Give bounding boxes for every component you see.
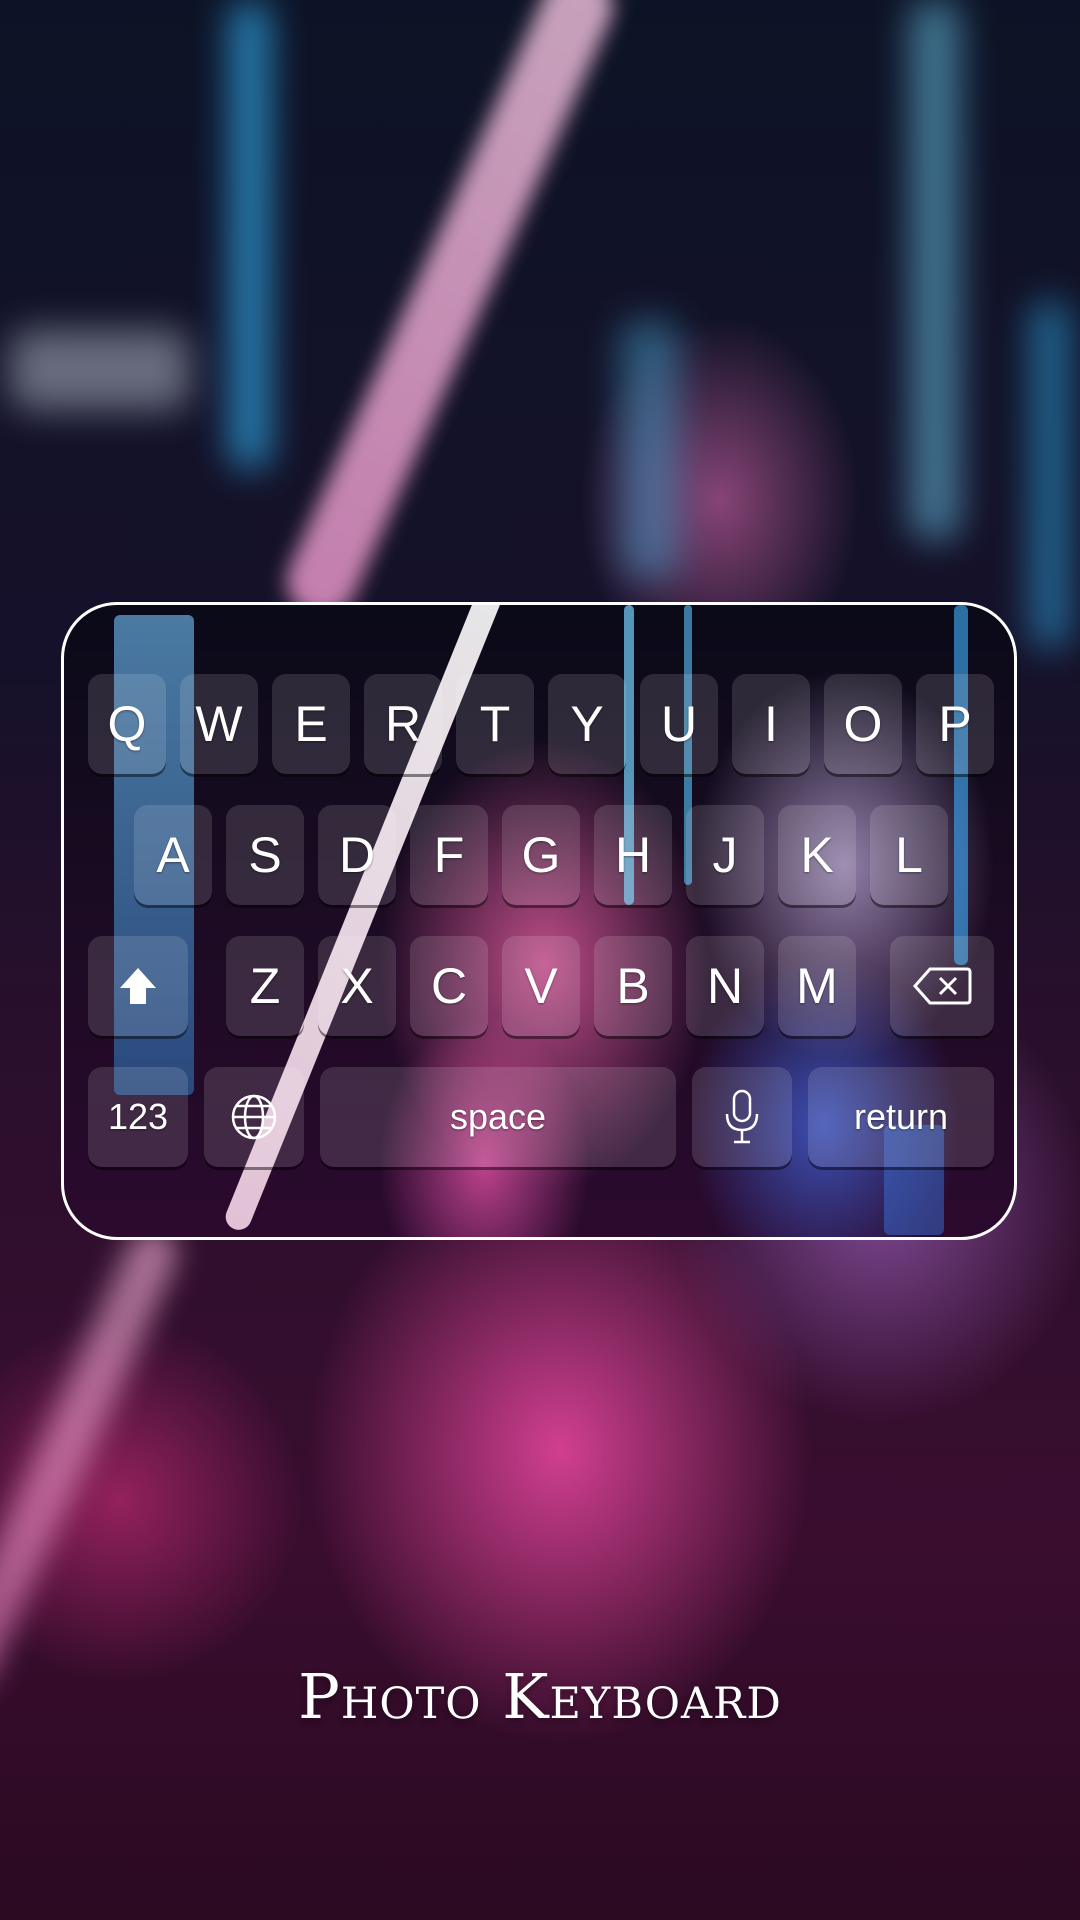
keyboard-preview: Q W E R T Y U I O P A S D F G H J K L Z … xyxy=(61,602,1017,1240)
globe-icon xyxy=(229,1092,279,1142)
return-key[interactable]: return xyxy=(808,1067,994,1167)
microphone-icon xyxy=(722,1088,762,1146)
app-screen: Q W E R T Y U I O P A S D F G H J K L Z … xyxy=(0,0,1080,1920)
background-neon-light xyxy=(230,0,270,470)
key-h[interactable]: H xyxy=(594,805,672,905)
backspace-icon xyxy=(912,966,972,1006)
numbers-key[interactable]: 123 xyxy=(88,1067,188,1167)
key-g[interactable]: G xyxy=(502,805,580,905)
key-i[interactable]: I xyxy=(732,674,810,774)
key-u[interactable]: U xyxy=(640,674,718,774)
key-a[interactable]: A xyxy=(134,805,212,905)
key-r[interactable]: R xyxy=(364,674,442,774)
key-x[interactable]: X xyxy=(318,936,396,1036)
space-key[interactable]: space xyxy=(320,1067,676,1167)
key-l[interactable]: L xyxy=(870,805,948,905)
key-v[interactable]: V xyxy=(502,936,580,1036)
background-light-stick xyxy=(0,1220,186,1698)
shift-up-arrow-icon xyxy=(116,964,160,1008)
keyboard-background-decor xyxy=(954,605,968,965)
background-light-stick xyxy=(275,0,624,628)
key-c[interactable]: C xyxy=(410,936,488,1036)
key-q[interactable]: Q xyxy=(88,674,166,774)
shift-key[interactable] xyxy=(88,936,188,1036)
microphone-key[interactable] xyxy=(692,1067,792,1167)
key-n[interactable]: N xyxy=(686,936,764,1036)
key-w[interactable]: W xyxy=(180,674,258,774)
globe-key[interactable] xyxy=(204,1067,304,1167)
key-k[interactable]: K xyxy=(778,805,856,905)
key-b[interactable]: B xyxy=(594,936,672,1036)
key-y[interactable]: Y xyxy=(548,674,626,774)
key-z[interactable]: Z xyxy=(226,936,304,1036)
background-neon-light xyxy=(10,330,190,410)
background-neon-light xyxy=(910,0,960,540)
key-s[interactable]: S xyxy=(226,805,304,905)
key-m[interactable]: M xyxy=(778,936,856,1036)
background-neon-light xyxy=(620,320,680,580)
key-t[interactable]: T xyxy=(456,674,534,774)
delete-key[interactable] xyxy=(890,936,994,1036)
key-o[interactable]: O xyxy=(824,674,902,774)
app-title: Photo Keyboard xyxy=(298,1660,782,1733)
key-j[interactable]: J xyxy=(686,805,764,905)
background-neon-light xyxy=(1030,300,1070,650)
key-f[interactable]: F xyxy=(410,805,488,905)
key-d[interactable]: D xyxy=(318,805,396,905)
key-p[interactable]: P xyxy=(916,674,994,774)
key-e[interactable]: E xyxy=(272,674,350,774)
